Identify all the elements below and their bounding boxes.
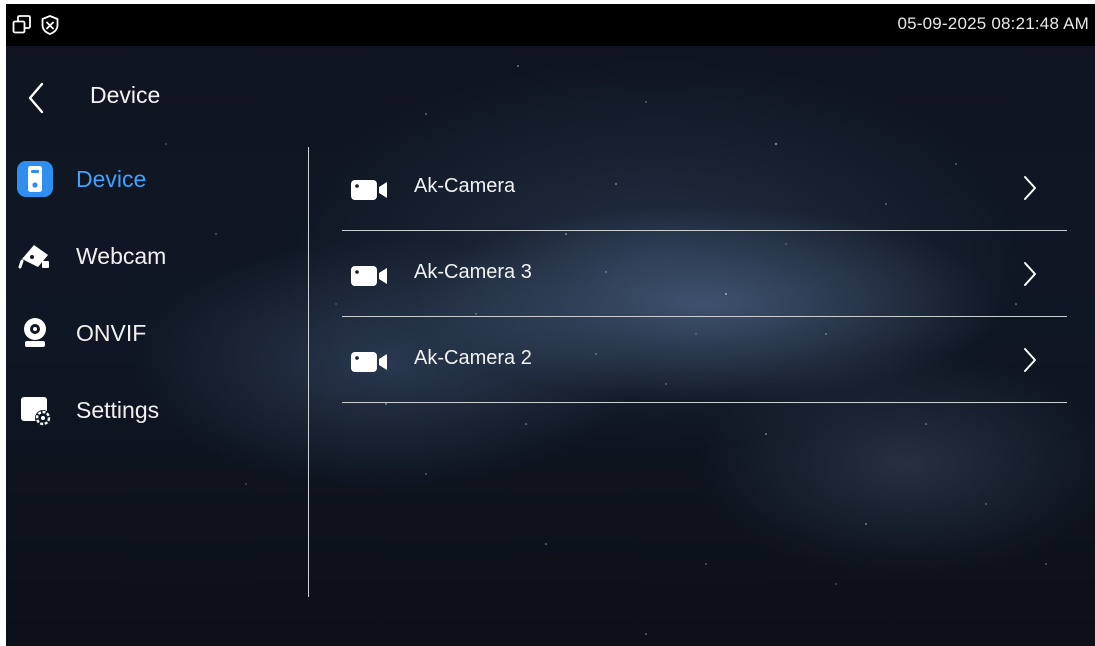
status-bar: 05-09-2025 08:21:48 AM xyxy=(6,4,1095,46)
chevron-right-icon xyxy=(1024,348,1036,372)
back-button[interactable] xyxy=(22,78,52,118)
device-name: Ak-Camera 3 xyxy=(414,261,532,283)
row-divider xyxy=(342,402,1067,403)
device-name: Ak-Camera xyxy=(414,175,516,197)
screen: 05-09-2025 08:21:48 AM Device Device Web… xyxy=(6,4,1095,646)
video-camera-icon xyxy=(351,266,387,286)
sidebar-item-settings[interactable]: Settings xyxy=(12,387,292,433)
camera-settings-icon xyxy=(21,397,51,426)
shield-x-icon xyxy=(41,15,59,35)
device-list-item[interactable]: Ak-Camera 3 xyxy=(342,233,1067,317)
intercom-device-icon xyxy=(17,161,53,197)
security-camera-icon xyxy=(18,245,49,269)
sidebar-item-label: ONVIF xyxy=(76,320,147,346)
window-restore-icon xyxy=(12,15,31,34)
row-divider xyxy=(342,230,1067,231)
chevron-right-icon xyxy=(1024,176,1036,200)
row-divider xyxy=(342,316,1067,317)
page-title: Device xyxy=(90,82,161,108)
device-name: Ak-Camera 2 xyxy=(414,347,532,369)
device-list-item[interactable]: Ak-Camera 2 xyxy=(342,319,1067,403)
sidebar-item-label: Settings xyxy=(76,397,160,423)
video-camera-icon xyxy=(351,180,387,200)
sidebar-item-webcam[interactable]: Webcam xyxy=(12,233,292,279)
video-camera-icon xyxy=(351,352,387,372)
chevron-right-icon xyxy=(1024,262,1036,286)
sidebar-divider xyxy=(308,147,309,597)
webcam-icon xyxy=(24,318,46,347)
sidebar-item-onvif[interactable]: ONVIF xyxy=(12,310,292,356)
sidebar-item-device[interactable]: Device xyxy=(12,156,292,202)
device-list-item[interactable]: Ak-Camera xyxy=(342,147,1067,231)
sidebar-item-label: Webcam xyxy=(76,243,167,269)
sidebar-item-label: Device xyxy=(76,166,147,192)
status-datetime: 05-09-2025 08:21:48 AM xyxy=(897,14,1089,33)
